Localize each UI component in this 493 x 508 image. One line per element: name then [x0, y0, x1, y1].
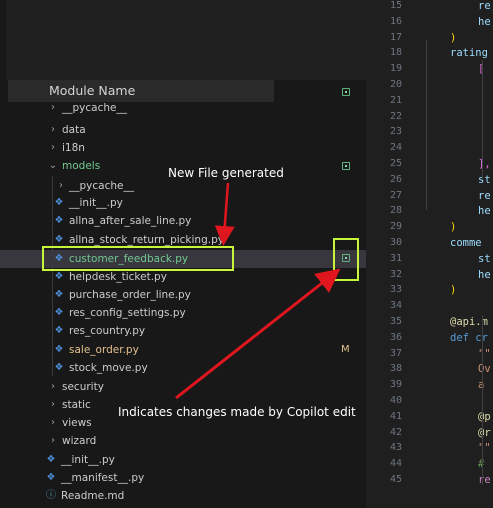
- new-file-arrow: [214, 182, 235, 246]
- copilot-changes-arrow: [175, 268, 341, 400]
- annotation-arrows: [175, 182, 341, 400]
